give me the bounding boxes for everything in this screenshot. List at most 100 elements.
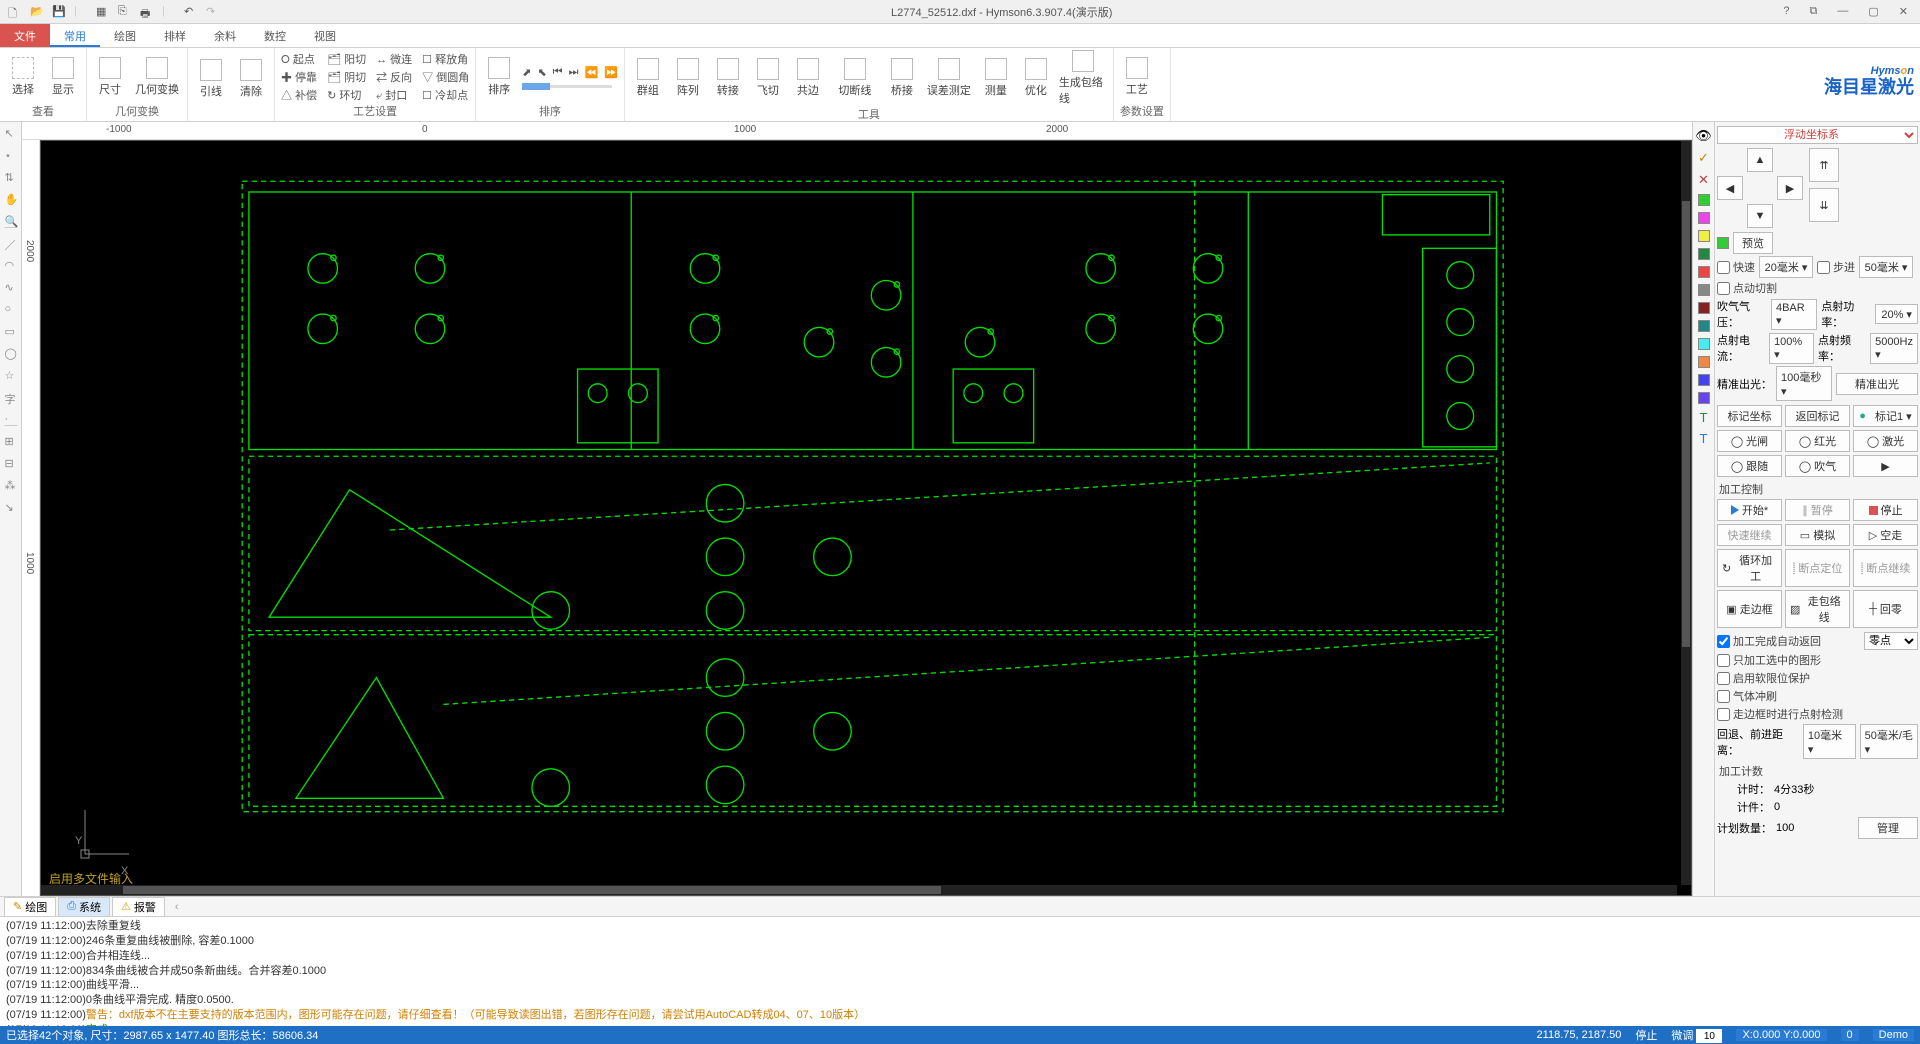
coolpoint[interactable]: ☐ 冷却点	[422, 87, 469, 103]
open-file-icon[interactable]: 📂	[30, 5, 44, 19]
btab-draw[interactable]: ✎绘图	[4, 897, 56, 917]
tab-remnant[interactable]: 余料	[200, 24, 250, 47]
comp-tool[interactable]: △ 补偿	[281, 87, 317, 103]
swatch-magenta[interactable]	[1698, 212, 1710, 224]
laser-button[interactable]: ◯ 激光	[1853, 430, 1918, 452]
scrollbar-vertical[interactable]	[1681, 141, 1691, 885]
swatch-teal[interactable]	[1698, 320, 1710, 332]
redo-icon[interactable]: ↷	[206, 5, 220, 19]
frame-dot-check[interactable]: 走边框时进行点射检测	[1717, 706, 1843, 722]
pointer-icon[interactable]: ↖	[4, 126, 18, 140]
reverse[interactable]: ⇄ 反向	[376, 69, 412, 85]
seal[interactable]: ⤶ 封口	[376, 87, 412, 103]
node-icon[interactable]: ⋆	[4, 148, 18, 162]
fast-value[interactable]: 20毫米 ▾	[1759, 256, 1813, 278]
tool-转接[interactable]: 转接	[711, 58, 745, 98]
tool-误差测定[interactable]: 误差测定	[925, 58, 973, 98]
stop-button[interactable]: 停止	[1853, 499, 1918, 521]
right-arrow-button[interactable]: ▶	[1853, 455, 1918, 477]
jog-down[interactable]: ▼	[1747, 204, 1773, 228]
soft-limit-check[interactable]: 启用软限位保护	[1717, 670, 1810, 686]
tool-桥接[interactable]: 桥接	[885, 58, 919, 98]
ring-cut[interactable]: ↻ 环切	[327, 87, 366, 103]
outer-cut[interactable]: 🗂 阳切	[327, 51, 366, 67]
dock-tool[interactable]: ✚ 停靠	[281, 69, 317, 85]
size-tool[interactable]: 尺寸	[93, 57, 127, 97]
swatch-gray[interactable]	[1698, 284, 1710, 296]
walk-frame-button[interactable]: ▣ 走边框	[1717, 590, 1782, 628]
inner-cut[interactable]: 🗂 阴切	[327, 69, 366, 85]
sort-icon[interactable]: ⇅	[4, 170, 18, 184]
preview-button[interactable]: 预览	[1733, 232, 1773, 254]
tab-draw[interactable]: 绘图	[100, 24, 150, 47]
arc-icon[interactable]: ◠	[4, 258, 18, 272]
microjoint[interactable]: ↔ 微连	[376, 51, 412, 67]
star-icon[interactable]: ☆	[4, 368, 18, 382]
layer-text2-icon[interactable]: T	[1700, 431, 1708, 446]
swatch-green[interactable]	[1698, 194, 1710, 206]
text-icon[interactable]: 字	[4, 390, 18, 404]
startpoint-tool[interactable]: ⭘ 起点	[281, 51, 317, 67]
dotcut-check[interactable]: 点动切割	[1717, 280, 1777, 296]
extras-icon[interactable]: ⁂	[4, 478, 18, 492]
simulate-button[interactable]: ▭ 模拟	[1785, 524, 1850, 546]
point-icon[interactable]: ·	[4, 412, 18, 426]
new-file-icon[interactable]: 🗋	[8, 5, 22, 19]
only-selected-check[interactable]: 只加工选中的图形	[1717, 652, 1821, 668]
viewport[interactable]: YX 启用多文件输入	[40, 140, 1692, 896]
tab-nest[interactable]: 排样	[150, 24, 200, 47]
btab-alarm[interactable]: ⚠报警	[112, 897, 165, 917]
fine-input[interactable]	[1696, 1029, 1722, 1043]
pause-button[interactable]: ∥ 暂停	[1785, 499, 1850, 521]
mark-select[interactable]: ● 标记1 ▾	[1853, 405, 1918, 427]
home-button[interactable]: ┼ 回零	[1853, 590, 1918, 628]
step-value[interactable]: 50毫米 ▾	[1859, 256, 1913, 278]
minimize-icon[interactable]: —	[1837, 5, 1848, 18]
sort-first-icon[interactable]: ⏮	[553, 66, 563, 79]
btab-system[interactable]: ⎙系统	[58, 897, 110, 917]
layer-check-icon[interactable]: ✓	[1698, 150, 1709, 166]
swatch-blue[interactable]	[1698, 374, 1710, 386]
dotfreq-value[interactable]: 5000Hz ▾	[1870, 333, 1918, 364]
start-button[interactable]: 开始*	[1717, 499, 1782, 521]
shutter-button[interactable]: ◯ 光闸	[1717, 430, 1782, 452]
tool-a-icon[interactable]: ⎘	[118, 5, 132, 19]
auto-return-check[interactable]: 加工完成自动返回	[1717, 633, 1821, 649]
jog-right[interactable]: ▶	[1777, 176, 1803, 200]
gas-purge-check[interactable]: 气体冲刷	[1717, 688, 1777, 704]
line-icon[interactable]: ／	[4, 236, 18, 250]
mark-coord-button[interactable]: 标记坐标	[1717, 405, 1782, 427]
tool-生成包络线[interactable]: 生成包络线	[1059, 50, 1107, 106]
walk-env-button[interactable]: ▨ 走包络线	[1785, 590, 1850, 628]
polyline-icon[interactable]: ∿	[4, 280, 18, 294]
retreat-a[interactable]: 10毫米 ▾	[1803, 724, 1856, 759]
sort-last-icon[interactable]: ⏭	[569, 66, 579, 79]
sort-tool[interactable]: 排序	[482, 57, 516, 97]
layer-close-icon[interactable]: ✕	[1698, 172, 1709, 188]
tool-优化[interactable]: 优化	[1019, 58, 1053, 98]
step-check[interactable]: 步进	[1817, 259, 1855, 275]
jog-up[interactable]: ▲	[1747, 148, 1773, 172]
tool-飞切[interactable]: 飞切	[751, 58, 785, 98]
swatch-red[interactable]	[1698, 266, 1710, 278]
swatch-dkgreen[interactable]	[1698, 248, 1710, 260]
group-icon[interactable]: ⊞	[4, 434, 18, 448]
loop-button[interactable]: ↻ 循环加工	[1717, 549, 1782, 587]
blow-value[interactable]: 4BAR ▾	[1771, 299, 1817, 330]
tool-b-icon[interactable]: 🖶	[140, 5, 154, 19]
save-icon[interactable]: 💾	[52, 5, 66, 19]
polygon-icon[interactable]: ◯	[4, 346, 18, 360]
bp-resume-button[interactable]: ⸽ 断点继续	[1853, 549, 1918, 587]
follow-button[interactable]: ◯ 跟随	[1717, 455, 1782, 477]
tool-切断线[interactable]: 切断线	[831, 58, 879, 98]
log-area[interactable]: (07/19 11:12:00)去除重复线(07/19 11:12:00)246…	[0, 916, 1920, 1026]
tab-common[interactable]: 常用	[50, 24, 100, 47]
swatch-orange[interactable]	[1698, 356, 1710, 368]
dotpow-value[interactable]: 20% ▾	[1875, 304, 1918, 324]
layer-text-icon[interactable]: T	[1700, 410, 1708, 425]
combine-icon[interactable]: ⊟	[4, 456, 18, 470]
help-icon[interactable]: ?	[1783, 5, 1789, 18]
manage-button[interactable]: 管理	[1858, 817, 1918, 839]
fast-check[interactable]: 快速	[1717, 259, 1755, 275]
swatch-yellow[interactable]	[1698, 230, 1710, 242]
